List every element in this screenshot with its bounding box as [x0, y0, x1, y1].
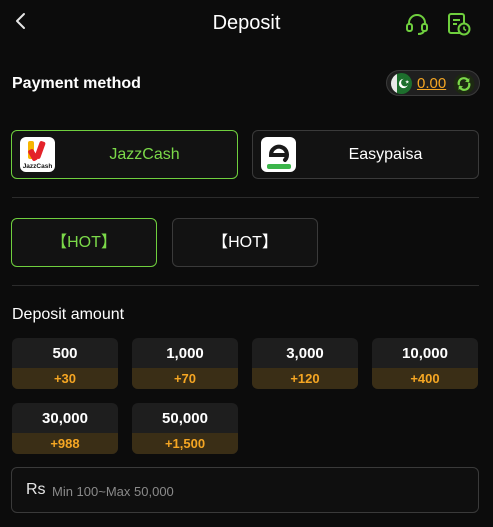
amount-option[interactable]: 3,000 +120: [252, 338, 358, 389]
amount-bonus: +70: [132, 368, 238, 389]
amount-value: 3,000: [286, 345, 324, 362]
records-clock-icon[interactable]: [446, 11, 472, 37]
deposit-amount-label: Deposit amount: [12, 306, 125, 323]
currency-label: Rs: [26, 481, 46, 498]
payment-option-label: JazzCash: [109, 146, 180, 163]
amount-value: 50,000: [162, 410, 208, 427]
amount-field: Rs: [11, 467, 479, 513]
divider: [12, 285, 479, 286]
jazzcash-logo-text: JazzCash: [22, 163, 53, 170]
pakistan-flag-icon: [391, 73, 412, 94]
balance-value: 0.00: [417, 75, 447, 92]
amount-option[interactable]: 500 +30: [12, 338, 118, 389]
amount-option[interactable]: 30,000 +988: [12, 403, 118, 454]
channel-option-2[interactable]: 【HOT】: [172, 218, 318, 267]
amount-bonus: +30: [12, 368, 118, 389]
amount-option[interactable]: 1,000 +70: [132, 338, 238, 389]
channel-option-1[interactable]: 【HOT】: [11, 218, 157, 267]
amount-bonus: +988: [12, 433, 118, 454]
easypaisa-logo: [261, 137, 296, 172]
payment-option-jazzcash[interactable]: JazzCash JazzCash: [11, 130, 238, 179]
amount-value: 30,000: [42, 410, 88, 427]
refresh-icon[interactable]: [453, 73, 475, 95]
payment-option-label: Easypaisa: [348, 146, 423, 163]
divider: [12, 197, 479, 198]
balance-pill: 0.00: [386, 70, 480, 96]
amount-option[interactable]: 50,000 +1,500: [132, 403, 238, 454]
amount-input[interactable]: [50, 478, 454, 504]
payment-method-label: Payment method: [12, 75, 141, 92]
headset-icon[interactable]: [404, 11, 430, 37]
header: Deposit: [0, 0, 493, 48]
amount-bonus: +400: [372, 368, 478, 389]
amount-bonus: +120: [252, 368, 358, 389]
amount-value: 10,000: [402, 345, 448, 362]
payment-option-easypaisa[interactable]: Easypaisa: [252, 130, 479, 179]
amount-value: 500: [52, 345, 78, 362]
amount-bonus: +1,500: [132, 433, 238, 454]
amount-value: 1,000: [166, 345, 204, 362]
jazzcash-logo: JazzCash: [20, 137, 55, 172]
amount-option[interactable]: 10,000 +400: [372, 338, 478, 389]
